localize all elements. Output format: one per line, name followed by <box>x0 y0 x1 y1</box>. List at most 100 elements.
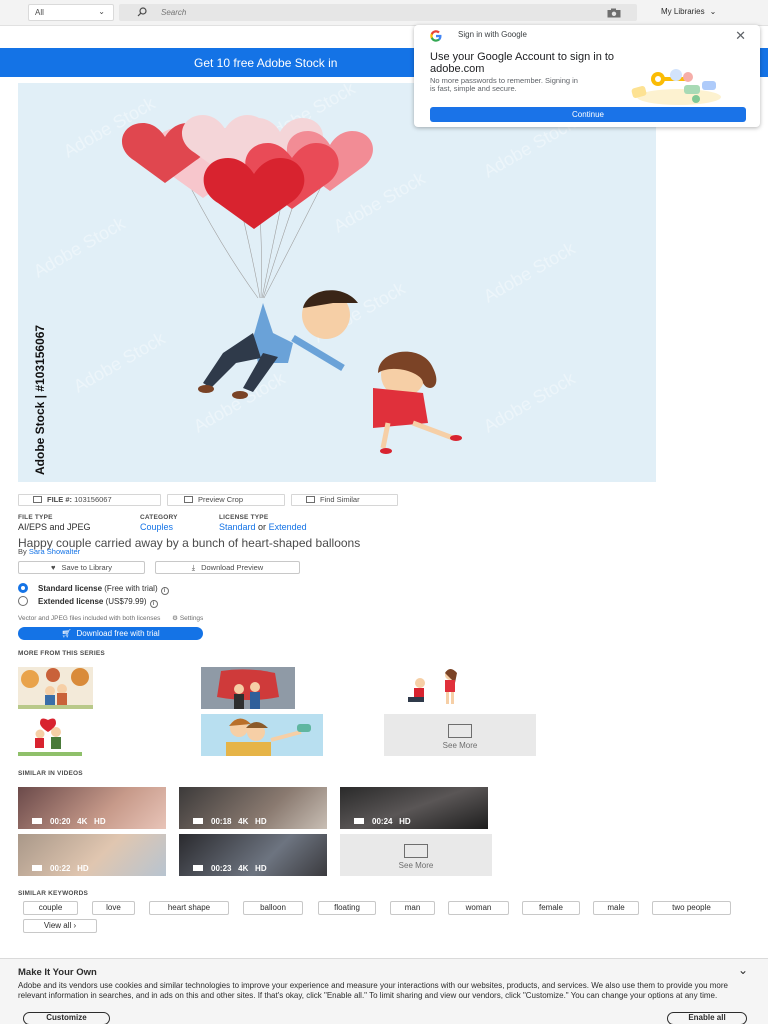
keyword-chip[interactable]: floating <box>318 901 376 915</box>
view-all-keywords[interactable]: View all › <box>23 919 97 933</box>
keys-illustration <box>631 69 721 105</box>
radio-unselected[interactable] <box>18 596 28 606</box>
google-signin-popup: Sign in with Google ✕ Use your Google Ac… <box>414 25 760 127</box>
google-continue-button[interactable]: Continue <box>430 107 746 122</box>
google-popup-body: No more passwords to remember. Signing i… <box>430 76 578 93</box>
radio-selected[interactable] <box>18 583 28 593</box>
my-libraries-menu[interactable]: My Libraries ⌄ <box>661 7 716 16</box>
find-similar-button[interactable]: Find Similar <box>291 494 398 506</box>
video-info: 00:20 4K HD <box>32 817 106 826</box>
license-type-meta: LICENSE TYPE Standard or Extended <box>219 514 307 532</box>
cart-icon: 🛒︎ <box>61 629 72 638</box>
video-quality: 4K <box>238 817 249 826</box>
standard-license-link[interactable]: Standard <box>219 522 256 532</box>
gallery-icon <box>448 724 472 738</box>
keyword-chip[interactable]: couple <box>23 901 78 915</box>
video-thumbnail[interactable]: 00:24 HD <box>340 787 488 829</box>
extended-license-option[interactable]: Extended license (US$79.99) i <box>18 596 158 608</box>
download-preview-button[interactable]: ⤓ Download Preview <box>155 561 300 574</box>
series-thumbnail[interactable] <box>201 667 295 709</box>
series-thumbnail[interactable] <box>18 714 82 756</box>
chevron-down-icon[interactable]: ⌄ <box>738 963 748 977</box>
series-thumbnail[interactable] <box>384 667 486 709</box>
extended-license-name: Extended license <box>38 597 104 606</box>
series-thumbnail[interactable] <box>201 714 323 756</box>
download-free-trial-button[interactable]: 🛒︎ Download free with trial <box>18 627 203 640</box>
settings-link[interactable]: ⚙ Settings <box>172 615 203 622</box>
videos-heading: SIMILAR IN VIDEOS <box>18 770 83 777</box>
google-logo-icon <box>430 30 442 42</box>
video-duration: 00:20 <box>50 817 71 826</box>
stock-image-preview[interactable]: Adobe Stock Adobe Stock Adobe Stock Adob… <box>18 83 656 482</box>
keyword-chip[interactable]: balloon <box>243 901 303 915</box>
info-icon[interactable]: i <box>160 587 169 595</box>
search-icon <box>137 7 147 17</box>
keyword-chip[interactable]: male <box>593 901 639 915</box>
video-thumbnail[interactable]: 00:23 4K HD <box>179 834 327 876</box>
video-thumbnail[interactable]: 00:22 HD <box>18 834 166 876</box>
videos-see-more-button[interactable]: See More <box>340 834 492 876</box>
author-link[interactable]: Sara Showalter <box>29 547 80 556</box>
video-thumbnail[interactable]: 00:20 4K HD <box>18 787 166 829</box>
video-hd: HD <box>255 817 267 826</box>
download-free-trial-label: Download free with trial <box>76 629 160 638</box>
close-icon[interactable]: ✕ <box>735 28 746 44</box>
cookie-title: Make It Your Own <box>18 967 97 978</box>
download-icon: ⤓ <box>191 563 196 572</box>
keyword-chip[interactable]: man <box>390 901 435 915</box>
keyword-chip[interactable]: woman <box>448 901 509 915</box>
standard-license-price: (Free with trial) <box>104 584 158 593</box>
image-id-watermark: Adobe Stock | #103156067 <box>33 325 47 475</box>
video-thumbnail[interactable]: 00:18 4K HD <box>179 787 327 829</box>
search-input[interactable] <box>161 6 581 19</box>
standard-license-option[interactable]: Standard license (Free with trial) i <box>18 583 169 595</box>
download-preview-label: Download Preview <box>201 563 264 572</box>
watermark-text: Adobe Stock <box>480 238 579 307</box>
series-thumbnail[interactable] <box>18 667 93 709</box>
promo-text: Get 10 free Adobe Stock in <box>194 56 338 70</box>
watermark-text: Adobe Stock <box>190 368 289 437</box>
extended-license-link[interactable]: Extended <box>269 522 307 532</box>
category-link[interactable]: Couples <box>140 522 173 532</box>
visual-search-camera-icon[interactable] <box>607 8 621 18</box>
balloon-couple-illustration: Adobe Stock Adobe Stock Adobe Stock Adob… <box>30 83 579 475</box>
search-scope-select[interactable]: All ⌄ <box>28 4 114 21</box>
series-see-more-label: See More <box>442 741 478 750</box>
video-info: 00:24 HD <box>354 817 411 826</box>
videos-see-more-label: See More <box>398 861 434 870</box>
keyword-chip[interactable]: heart shape <box>149 901 229 915</box>
video-duration: 00:23 <box>211 864 232 873</box>
video-camera-icon <box>193 818 203 824</box>
preview-crop-button[interactable]: Preview Crop <box>167 494 285 506</box>
author-line: By Sara Showalter <box>18 547 80 556</box>
video-camera-icon <box>32 865 42 871</box>
license-note-text: Vector and JPEG files included with both… <box>18 615 161 622</box>
settings-label: Settings <box>179 615 204 622</box>
enable-all-button[interactable]: Enable all <box>667 1012 747 1024</box>
search-bar <box>119 4 637 21</box>
find-similar-label: Find Similar <box>320 495 360 504</box>
info-icon[interactable]: i <box>149 600 158 608</box>
video-hd: HD <box>399 817 411 826</box>
series-heading: MORE FROM THIS SERIES <box>18 650 105 657</box>
file-number-button[interactable]: FILE #: 103156067 <box>18 494 161 506</box>
video-camera-icon <box>354 818 364 824</box>
top-bar: All ⌄ My Libraries ⌄ <box>0 0 768 26</box>
keyword-chip[interactable]: love <box>92 901 135 915</box>
save-to-library-button[interactable]: ♥ Save to Library <box>18 561 145 574</box>
chevron-down-icon: ⌄ <box>709 7 717 16</box>
cookie-text: Adobe and its vendors use cookies and si… <box>18 981 728 1000</box>
series-see-more-button[interactable]: See More <box>384 714 536 756</box>
heart-icon: ♥ <box>51 563 56 572</box>
keyword-chip[interactable]: female <box>522 901 580 915</box>
keyword-chip[interactable]: two people <box>652 901 731 915</box>
extended-license-price: (US$79.99) <box>105 597 147 606</box>
customize-button[interactable]: Customize <box>23 1012 110 1024</box>
cookie-banner: Make It Your Own ⌄ Adobe and its vendors… <box>0 958 768 1024</box>
google-popup-header: Sign in with Google <box>430 30 527 42</box>
file-number-label: FILE #: <box>47 495 73 504</box>
video-info: 00:23 4K HD <box>193 864 267 873</box>
file-number-value: 103156067 <box>74 495 112 504</box>
video-duration: 00:24 <box>372 817 393 826</box>
video-hd: HD <box>255 864 267 873</box>
